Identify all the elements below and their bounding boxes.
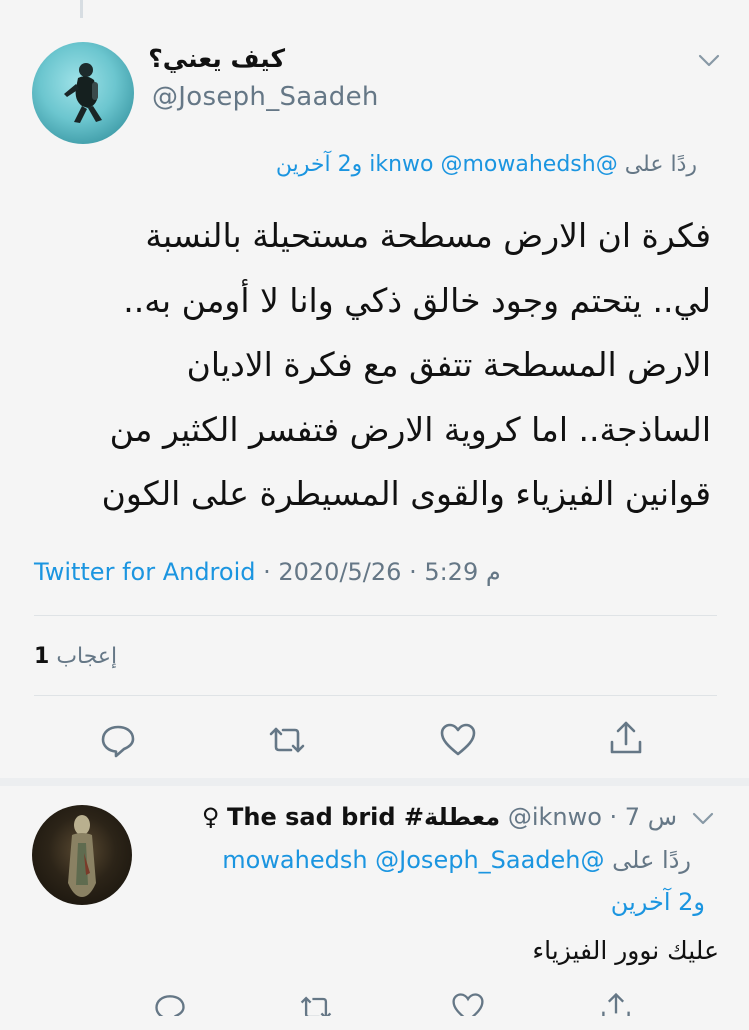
tweet-text-line: الساذجة.. اما كروية الارض فتفسر الكثير م…	[109, 409, 711, 449]
avatar[interactable]	[32, 805, 132, 905]
likes-summary[interactable]: 1 إعجاب	[34, 644, 117, 669]
reply-handle[interactable]: @iknwo	[508, 803, 602, 831]
diver-silhouette	[64, 63, 102, 123]
tweet-text-line: لي.. يتحتم وجود خالق ذكي وانا لا أومن به…	[123, 280, 711, 320]
retweet-icon[interactable]	[267, 720, 307, 760]
share-icon[interactable]	[606, 718, 646, 758]
reply-prefix: ردًا على	[612, 846, 691, 874]
reply-prefix: ردًا على	[624, 152, 697, 177]
reply-others-link[interactable]: و2 آخرين	[611, 888, 705, 916]
reply-text: عليك نوور الفيزياء	[532, 936, 719, 965]
likes-count: 1	[34, 644, 50, 669]
tweet-date: 2020/5/26	[278, 558, 402, 586]
client-link[interactable]: Twitter for Android	[34, 558, 255, 586]
tweet-text-line: الارض المسطحة تتفق مع فكرة الاديان	[186, 345, 711, 384]
reply-age: · 7 س	[609, 803, 677, 831]
reply-display-name[interactable]: The sad brid #معطلة	[227, 803, 500, 831]
tweet-text: فكرة ان الارض مسطحة مستحيلة بالنسبة لي..…	[31, 204, 711, 527]
display-name[interactable]: كيف يعني؟	[148, 44, 285, 73]
meta-separator: ·	[255, 558, 279, 586]
viewport-cutoff	[0, 1016, 749, 1030]
gender-symbol: ♀	[201, 803, 220, 831]
chevron-down-icon[interactable]	[690, 808, 716, 828]
heart-icon[interactable]	[438, 720, 478, 760]
reply-others-link[interactable]: و2 آخرين	[276, 152, 362, 177]
reply-mentions[interactable]: @mowahedsh @Joseph_Saadeh	[222, 846, 604, 874]
reply-mentions[interactable]: @iknwo @mowahedsh	[369, 152, 617, 177]
reply-header: ♀ The sad brid #معطلة @iknwo · 7 س	[202, 803, 677, 831]
reply-icon[interactable]	[98, 720, 138, 760]
divider	[34, 695, 717, 696]
tweet-text-line: فكرة ان الارض مسطحة مستحيلة بالنسبة	[145, 216, 711, 255]
divider	[34, 615, 717, 616]
reply-context: ردًا على @iknwo @mowahedsh و2 آخرين	[276, 152, 697, 177]
tweet-meta: Twitter for Android · 2020/5/26 · 5:29 م	[34, 558, 501, 586]
chevron-down-icon[interactable]	[696, 50, 722, 70]
thread-connector-line	[80, 0, 83, 18]
avatar[interactable]	[32, 42, 134, 144]
tweet-time: 5:29 م	[424, 558, 501, 586]
user-handle[interactable]: @Joseph_Saadeh	[152, 82, 379, 112]
tweet-text-line: قوانين الفيزياء والقوى المسيطرة على الكو…	[101, 474, 711, 513]
likes-label: إعجاب	[56, 644, 118, 669]
figure-silhouette	[68, 815, 96, 897]
reply-context: ردًا على @mowahedsh @Joseph_Saadeh	[222, 846, 691, 874]
meta-separator: ·	[401, 558, 425, 586]
section-separator	[0, 778, 749, 786]
